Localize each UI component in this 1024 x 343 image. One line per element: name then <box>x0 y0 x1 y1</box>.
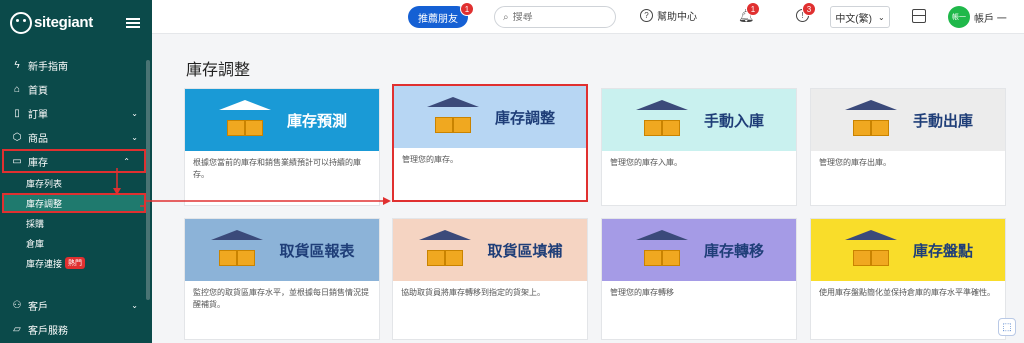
card-title: 手動出庫 <box>912 112 973 130</box>
sidebar-item-label: 新手指南 <box>28 61 68 73</box>
feature-card[interactable]: 取貨區報表監控您的取貨區庫存水平，並根據每日銷售情況提醒補貨。 <box>184 218 380 340</box>
page-title: 庫存調整 <box>186 62 251 79</box>
card-title: 取貨區填補 <box>487 242 563 260</box>
sidebar-item-getting-started[interactable]: ϟ 新手指南 <box>0 53 152 77</box>
warehouse-illustration-icon <box>417 228 473 272</box>
help-center-link[interactable]: ? 幫助中心 <box>640 8 697 23</box>
menu-toggle-icon[interactable] <box>126 17 140 28</box>
feature-card[interactable]: 取貨區填補協助取貨員將庫存轉移到指定的貨架上。 <box>392 218 588 340</box>
card-description: 管理您的庫存出庫。 <box>819 158 891 167</box>
card-description: 管理您的庫存轉移 <box>610 288 674 297</box>
sidebar-subitem-warehouse[interactable]: 倉庫 <box>0 233 152 253</box>
logo-row: sitegiant <box>0 0 152 45</box>
chat-icon: ▱ <box>13 323 21 335</box>
chevron-down-icon: ⌄ <box>131 132 138 142</box>
card-banner: 庫存預測 <box>185 89 379 151</box>
card-banner: 取貨區填補 <box>393 219 587 281</box>
card-title: 手動入庫 <box>703 112 764 130</box>
feature-card[interactable]: 庫存調整管理您的庫存。 <box>392 84 588 202</box>
sidebar-item-label: 首頁 <box>28 85 48 97</box>
card-description: 管理您的庫存入庫。 <box>610 158 682 167</box>
search-box[interactable]: ⌕ <box>494 6 616 28</box>
sidebar-item-label: 客戶 <box>28 301 48 313</box>
sidebar-subitem-inventory-adjustment[interactable]: 庫存調整 <box>2 193 146 213</box>
sidebar-item-customer-service[interactable]: ▱ 客戶服務 <box>0 317 152 341</box>
warehouse-illustration-icon <box>843 228 899 272</box>
sidebar-item-label: 訂單 <box>28 109 48 121</box>
sidebar-nav: ϟ 新手指南 ⌂ 首頁 ▯ 訂單 ⌄ ⬡ 商品 ⌄ ▭ 庫存 ⌃ 庫存列表 庫存… <box>0 45 152 341</box>
sidebar-item-home[interactable]: ⌂ 首頁 <box>0 77 152 101</box>
warehouse-illustration-icon <box>425 95 481 139</box>
card-banner: 庫存調整 <box>394 86 586 148</box>
sidebar: sitegiant ϟ 新手指南 ⌂ 首頁 ▯ 訂單 ⌄ ⬡ 商品 ⌄ ▭ 庫存… <box>0 0 152 343</box>
clipboard-icon: ▯ <box>14 107 20 119</box>
home-icon: ⌂ <box>13 83 21 95</box>
warehouse-illustration-icon <box>209 228 265 272</box>
feature-card[interactable]: 庫存預測根據您當前的庫存和銷售業績預計可以持續的庫存。 <box>184 88 380 206</box>
sidebar-item-label: 商品 <box>28 133 48 145</box>
card-title: 庫存盤點 <box>912 242 973 260</box>
card-description: 協助取貨員將庫存轉移到指定的貨架上。 <box>401 288 545 297</box>
feature-card[interactable]: 手動出庫管理您的庫存出庫。 <box>810 88 1006 206</box>
sidebar-item-inventory[interactable]: ▭ 庫存 ⌃ <box>2 149 146 173</box>
logo-mark-icon <box>10 11 32 34</box>
sidebar-item-products[interactable]: ⬡ 商品 ⌄ <box>0 125 152 149</box>
warehouse-illustration-icon <box>634 98 690 142</box>
card-banner: 手動入庫 <box>602 89 796 151</box>
language-select[interactable]: 中文(繁) ⌄ <box>830 6 890 28</box>
sidebar-item-label: 庫存 <box>28 157 48 169</box>
arrowhead-right <box>383 197 391 205</box>
users-icon: ⚇ <box>12 299 22 311</box>
sidebar-item-orders[interactable]: ▯ 訂單 ⌄ <box>0 101 152 125</box>
sidebar-item-label: 客戶服務 <box>28 325 68 337</box>
search-input[interactable] <box>512 11 603 23</box>
hot-badge: 熱門 <box>65 257 86 269</box>
warehouse-illustration-icon <box>843 98 899 142</box>
sidebar-scrollbar[interactable] <box>146 60 150 300</box>
account-menu[interactable]: 帳戶 一 <box>974 10 1007 25</box>
chevron-down-icon: ⌄ <box>131 300 138 310</box>
notification-badge: 1 <box>746 2 760 16</box>
card-banner: 庫存轉移 <box>602 219 796 281</box>
card-title: 取貨區報表 <box>279 242 355 260</box>
sidebar-item-customers[interactable]: ⚇ 客戶 ⌄ <box>0 293 152 317</box>
chat-support-icon[interactable]: ⬚ <box>998 318 1016 336</box>
search-icon: ⌕ <box>503 11 509 23</box>
brand-logo[interactable]: sitegiant <box>10 11 93 34</box>
card-banner: 取貨區報表 <box>185 219 379 281</box>
chevron-up-icon: ⌃ <box>123 156 130 166</box>
feature-card[interactable]: 庫存盤點使用庫存盤點簡化並保持倉庫的庫存水平準確性。 <box>810 218 1006 340</box>
archive-icon: ▭ <box>12 155 22 167</box>
bolt-icon: ϟ <box>14 59 20 71</box>
store-switch-icon[interactable] <box>912 9 926 23</box>
feature-card[interactable]: 庫存轉移管理您的庫存轉移 <box>601 218 797 340</box>
card-title: 庫存預測 <box>286 112 347 130</box>
card-description: 根據您當前的庫存和銷售業績預計可以持續的庫存。 <box>193 158 361 179</box>
box-icon: ⬡ <box>12 131 22 143</box>
feature-card[interactable]: 手動入庫管理您的庫存入庫。 <box>601 88 797 206</box>
chevron-down-icon: ⌄ <box>131 108 138 118</box>
card-banner: 手動出庫 <box>811 89 1005 151</box>
card-description: 監控您的取貨區庫存水平，並根據每日銷售情況提醒補貨。 <box>193 288 369 309</box>
alert-badge: 3 <box>802 2 816 16</box>
avatar[interactable]: 帳一 <box>948 6 970 28</box>
card-title: 庫存調整 <box>494 109 555 127</box>
card-description: 使用庫存盤點簡化並保持倉庫的庫存水平準確性。 <box>819 288 995 297</box>
sidebar-subitem-inventory-link[interactable]: 庫存連接 熱門 <box>0 253 152 273</box>
chevron-down-icon: ⌄ <box>877 12 885 22</box>
sidebar-subitem-inventory-list[interactable]: 庫存列表 <box>0 173 152 193</box>
brand-name: sitegiant <box>34 14 93 31</box>
card-banner: 庫存盤點 <box>811 219 1005 281</box>
warehouse-illustration-icon <box>634 228 690 272</box>
sidebar-subitem-purchasing[interactable]: 採購 <box>0 213 152 233</box>
refer-friend-button[interactable]: 推薦朋友 <box>408 6 468 28</box>
card-title: 庫存轉移 <box>703 242 764 260</box>
refer-badge: 1 <box>460 2 474 16</box>
question-icon: ? <box>640 9 653 22</box>
card-description: 管理您的庫存。 <box>402 155 458 164</box>
warehouse-illustration-icon <box>217 98 273 142</box>
topbar: 推薦朋友 1 ⌕ ? 幫助中心 🔔︎ 1 ! 3 中文(繁) ⌄ 帳一 帳戶 一 <box>152 0 1024 34</box>
